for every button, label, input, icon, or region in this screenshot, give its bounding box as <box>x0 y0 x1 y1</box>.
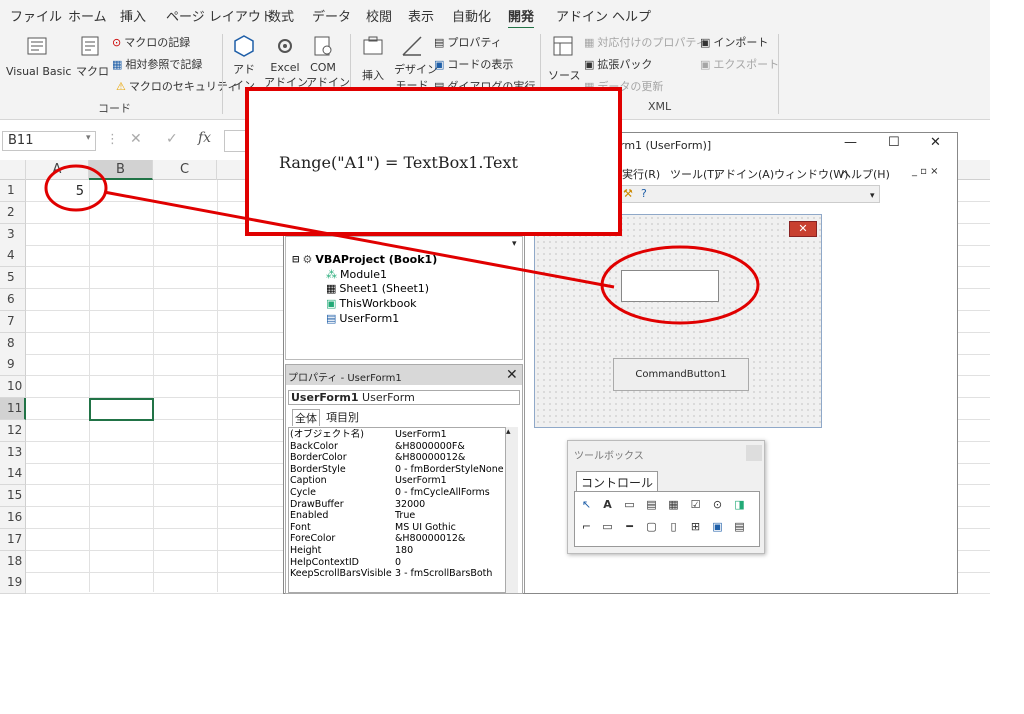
highlight-ellipse-textbox <box>600 245 760 325</box>
annotation-arrow-line <box>103 190 615 289</box>
highlight-ellipse-cell <box>44 164 108 212</box>
annotation-overlay <box>44 164 760 325</box>
